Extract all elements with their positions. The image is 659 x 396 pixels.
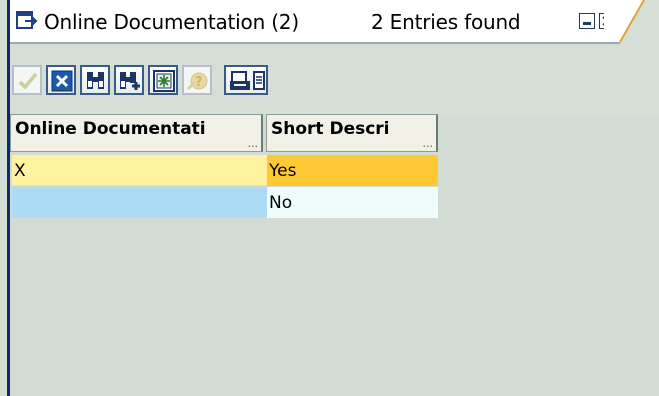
find-next-button[interactable] [114,65,144,95]
table-cell[interactable]: X [12,155,267,186]
column-header-label: Online Documentati [15,119,206,139]
find-button[interactable] [80,65,110,95]
column-header-online-documentation[interactable]: Online Documentati ... [10,114,263,152]
cancel-button[interactable] [46,65,76,95]
new-selection-icon [153,70,175,92]
toolbar: ? [10,44,659,114]
popup-window-icon [16,11,38,31]
column-header-label: Short Descri [271,119,390,139]
column-menu-dots[interactable]: ... [248,137,259,150]
results-table: Online Documentati ... Short Descri ... … [10,114,659,396]
column-header-short-description[interactable]: Short Descri ... [266,114,438,152]
title-bar-edge [604,0,659,44]
checkmark-icon [18,72,38,90]
table-cell-selected[interactable]: Yes [267,155,438,186]
help-button[interactable]: ? [182,65,212,95]
binoculars-plus-icon [120,72,140,90]
help-icon: ? [186,72,208,91]
x-icon [51,70,73,92]
new-selection-button[interactable] [148,65,178,95]
table-cell[interactable]: No [267,187,438,218]
entries-count: 2 Entries found [371,10,521,34]
table-cell[interactable] [12,187,267,218]
printer-icon [230,71,265,90]
print-button[interactable] [224,65,268,95]
continue-button[interactable] [12,65,42,95]
minimize-icon[interactable] [579,13,595,29]
window-title: Online Documentation (2) [44,10,299,34]
binoculars-icon [87,72,104,89]
title-bar: Online Documentation (2) 2 Entries found [10,0,620,44]
column-menu-dots[interactable]: ... [423,137,434,150]
svg-text:?: ? [195,75,203,90]
